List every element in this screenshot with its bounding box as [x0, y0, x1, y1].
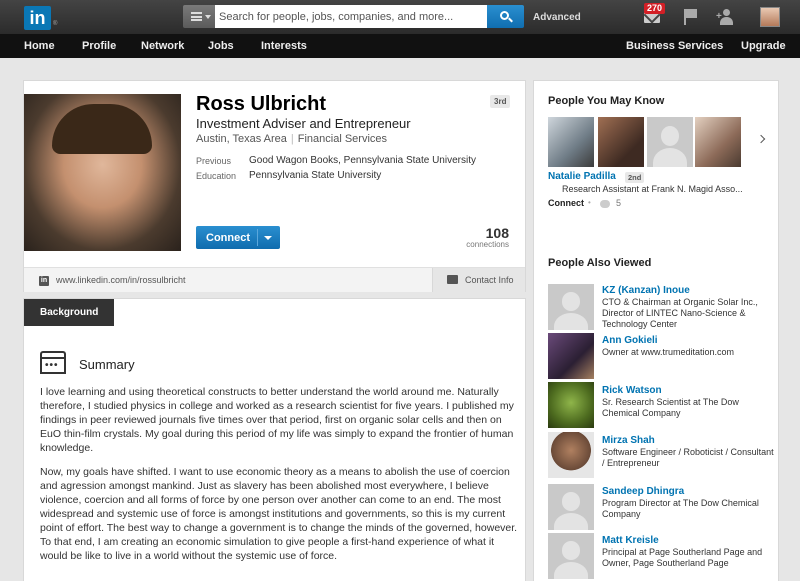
chevron-down-icon[interactable]	[264, 236, 272, 240]
summary-paragraph-1: I love learning and using theoretical co…	[40, 386, 514, 454]
inbox-icon[interactable]	[644, 12, 660, 26]
connections-count: 108	[485, 225, 509, 241]
pav-name-1[interactable]: KZ (Kanzan) Inoue	[602, 285, 690, 296]
connections-label: connections	[466, 240, 509, 249]
pav-desc-1: CTO & Chairman at Organic Solar Inc., Di…	[602, 297, 758, 329]
advanced-search-link[interactable]: Advanced	[533, 12, 581, 23]
pymk-photo-1[interactable]	[548, 117, 594, 167]
pymk-photo-2[interactable]	[598, 117, 644, 167]
pav-name-3[interactable]: Rick Watson	[602, 385, 662, 396]
add-connections-icon[interactable]: +	[716, 9, 735, 25]
degree-badge: 3rd	[490, 95, 511, 108]
education-value[interactable]: Pennsylvania State University	[249, 170, 381, 181]
logo-text: in	[24, 6, 51, 30]
search-category-button[interactable]	[183, 5, 215, 28]
profile-url[interactable]: www.linkedin.com/in/rossulbricht	[56, 275, 186, 285]
nav-item-network[interactable]: Network	[141, 40, 184, 52]
contact-info-label: Contact Info	[465, 275, 514, 285]
connect-divider	[257, 229, 258, 246]
pav-photo-3[interactable]	[548, 382, 594, 428]
linkedin-icon: in	[39, 276, 49, 286]
pav-desc-4: Software Engineer / Roboticist / Consult…	[602, 447, 774, 468]
pymk-connect-link[interactable]: Connect	[548, 198, 584, 208]
profile-name: Ross Ulbricht	[196, 93, 327, 115]
pav-photo-5[interactable]	[548, 484, 594, 530]
profile-location-row: Austin, Texas Area | Financial Services	[196, 133, 388, 145]
inbox-badge: 270	[644, 3, 666, 14]
connect-label: Connect	[206, 232, 250, 244]
pav-photo-1[interactable]	[548, 284, 594, 330]
pav-heading: People Also Viewed	[548, 257, 652, 269]
nav-item-profile[interactable]: Profile	[82, 40, 116, 52]
summary-icon: •••	[40, 351, 66, 375]
summary-title: Summary	[79, 357, 135, 372]
background-card: Background ••• Summary I love learning a…	[23, 298, 526, 581]
pav-name-4[interactable]: Mirza Shah	[602, 435, 655, 446]
contact-card-icon	[447, 275, 458, 284]
top-bar: in ® Advanced 270 +	[0, 0, 800, 34]
search-button[interactable]	[487, 5, 524, 28]
pymk-heading: People You May Know	[548, 95, 665, 107]
profile-url-bar: in www.linkedin.com/in/rossulbricht Cont…	[24, 267, 525, 292]
chevron-right-icon[interactable]	[756, 134, 766, 144]
pav-desc-3: Sr. Research Scientist at The Dow Chemic…	[602, 397, 739, 418]
profile-location[interactable]: Austin, Texas Area	[196, 133, 287, 145]
contact-info-button[interactable]: Contact Info	[432, 268, 525, 292]
nav-item-business-services[interactable]: Business Services	[626, 40, 723, 52]
pymk-shared-count[interactable]: 5	[616, 198, 621, 208]
pymk-name[interactable]: Natalie Padilla	[548, 171, 616, 182]
pymk-degree-badge: 2nd	[625, 172, 645, 183]
profile-photo	[24, 94, 181, 251]
nav-item-home[interactable]: Home	[24, 40, 55, 52]
logo-trademark: ®	[53, 21, 58, 27]
pav-photo-2[interactable]	[548, 333, 594, 379]
menu-icon	[191, 12, 202, 21]
linkedin-logo[interactable]: in ®	[24, 6, 58, 30]
previous-label: Previous	[196, 156, 232, 166]
search-icon-handle	[508, 17, 513, 23]
pav-name-6[interactable]: Matt Kreisle	[602, 535, 659, 546]
right-sidebar: People You May Know Natalie Padilla 2nd …	[533, 80, 779, 581]
connect-button[interactable]: Connect	[196, 226, 280, 249]
background-tab[interactable]: Background	[24, 299, 114, 326]
profile-industry[interactable]: Financial Services	[298, 133, 387, 145]
account-avatar[interactable]	[760, 7, 780, 27]
pav-photo-4[interactable]	[548, 432, 594, 478]
pymk-title: Research Assistant at Frank N. Magid Ass…	[562, 184, 743, 194]
shared-connections-icon	[600, 200, 610, 208]
pav-desc-2: Owner at www.trumeditation.com	[602, 347, 735, 357]
pymk-photo-4[interactable]	[695, 117, 741, 167]
profile-headline: Investment Adviser and Entrepreneur	[196, 116, 411, 131]
nav-item-upgrade[interactable]: Upgrade	[741, 40, 786, 52]
flag-icon[interactable]	[683, 9, 697, 25]
pav-name-2[interactable]: Ann Gokieli	[602, 335, 658, 346]
main-nav: Home Profile Network Jobs Interests Busi…	[0, 34, 800, 58]
search-input[interactable]	[215, 5, 487, 28]
pymk-photo-3[interactable]	[647, 117, 693, 167]
pav-desc-6: Principal at Page Southerland Page and O…	[602, 547, 763, 568]
nav-item-jobs[interactable]: Jobs	[208, 40, 234, 52]
pav-photo-6[interactable]	[548, 533, 594, 579]
nav-item-interests[interactable]: Interests	[261, 40, 307, 52]
previous-value[interactable]: Good Wagon Books, Pennsylvania State Uni…	[249, 155, 476, 166]
chevron-down-icon	[205, 15, 211, 19]
summary-paragraph-2: Now, my goals have shifted. I want to us…	[40, 466, 518, 562]
pymk-separator: •	[588, 198, 591, 207]
profile-card: Ross Ulbricht 3rd Investment Adviser and…	[23, 80, 526, 292]
education-label: Education	[196, 171, 237, 181]
background-tab-label: Background	[40, 307, 99, 318]
pav-name-5[interactable]: Sandeep Dhingra	[602, 486, 684, 497]
pav-desc-5: Program Director at The Dow Chemical Com…	[602, 498, 759, 519]
